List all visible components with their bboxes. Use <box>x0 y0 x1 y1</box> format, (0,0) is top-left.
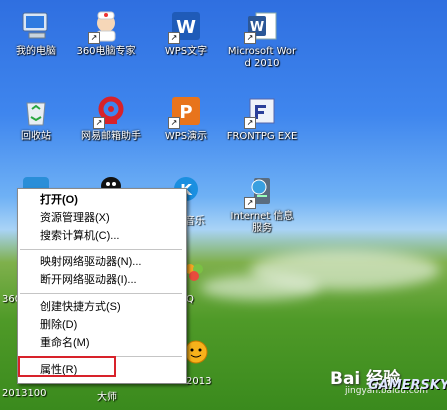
doctor-icon: ↗ <box>88 10 122 44</box>
word-icon: W ↗ <box>244 10 278 44</box>
shortcut-arrow-icon: ↗ <box>88 32 100 44</box>
gamersky-logo: GAMERSKY <box>368 378 447 393</box>
wps-presentation-icon: P ↗ <box>168 95 202 129</box>
shortcut-arrow-icon: ↗ <box>93 117 105 129</box>
smiley-app-icon <box>184 340 208 364</box>
svg-text:P: P <box>179 102 192 123</box>
shortcut-arrow-icon: ↗ <box>244 197 256 209</box>
menu-separator <box>20 249 182 250</box>
shortcut-arrow-icon: ↗ <box>244 117 256 129</box>
partial-label: 2013 <box>186 376 212 387</box>
partial-label: Q <box>186 294 194 305</box>
partial-label: 2013100 <box>2 388 47 399</box>
shortcut-arrow-icon: ↗ <box>168 32 180 44</box>
desktop-icon-wps-writer[interactable]: W ↗ WPS文字 <box>150 10 222 58</box>
properties-highlight-box <box>18 356 116 377</box>
partial-label: 音乐 <box>185 216 205 227</box>
desktop-icon-netease-mail[interactable]: ↗ 网易邮箱助手 <box>75 95 147 143</box>
wps-writer-icon: W ↗ <box>168 10 202 44</box>
menu-item-create-shortcut[interactable]: 创建快捷方式(S) <box>40 299 121 315</box>
menu-item-map-drive[interactable]: 映射网络驱动器(N)... <box>40 254 141 270</box>
desktop-icon-wps-presentation[interactable]: P ↗ WPS演示 <box>150 95 222 143</box>
frontpage-icon: ↗ <box>244 95 278 129</box>
menu-separator <box>20 293 182 294</box>
desktop-icon-360-expert[interactable]: ↗ 360电脑专家 <box>70 10 142 58</box>
computer-icon <box>20 10 52 42</box>
menu-item-explorer[interactable]: 资源管理器(X) <box>40 210 110 226</box>
cloud <box>200 275 320 300</box>
qq-penguin-icon <box>98 175 124 195</box>
desktop-icon-word-2010[interactable]: W ↗ Microsoft Word 2010 <box>226 10 298 70</box>
context-menu: 打开(O) 资源管理器(X) 搜索计算机(C)... 映射网络驱动器(N)...… <box>17 188 187 384</box>
menu-item-disconnect-drive[interactable]: 断开网络驱动器(I)... <box>40 272 137 288</box>
netease-mail-icon: ↗ <box>93 95 127 129</box>
desktop-icon-iis[interactable]: ↗ Internet 信息服务 <box>226 175 298 235</box>
icon-label: FRONTPG EXE <box>226 131 298 142</box>
desktop-icon-frontpg[interactable]: ↗ FRONTPG EXE <box>226 95 298 143</box>
partial-label: 大师 <box>97 392 117 403</box>
menu-item-search[interactable]: 搜索计算机(C)... <box>40 228 119 244</box>
iis-icon: ↗ <box>244 175 278 209</box>
icon-label: Internet 信息服务 <box>230 211 294 234</box>
menu-item-rename[interactable]: 重命名(M) <box>40 335 90 351</box>
shortcut-arrow-icon: ↗ <box>244 32 256 44</box>
icon-label: 回收站 <box>21 131 51 142</box>
recycle-bin-icon <box>20 95 52 127</box>
icon-label: WPS演示 <box>164 131 208 142</box>
menu-item-open[interactable]: 打开(O) <box>40 192 78 208</box>
menu-item-delete[interactable]: 删除(D) <box>40 317 77 333</box>
desktop-icon-recycle-bin[interactable]: 回收站 <box>0 95 72 143</box>
icon-label: 我的电脑 <box>16 46 56 57</box>
icon-label: 360电脑专家 <box>76 46 136 57</box>
desktop-icon-my-computer[interactable]: 我的电脑 <box>0 10 72 58</box>
shortcut-arrow-icon: ↗ <box>168 117 180 129</box>
icon-label: WPS文字 <box>164 46 208 57</box>
icon-label: Microsoft Word 2010 <box>227 46 297 69</box>
icon-label: 网易邮箱助手 <box>81 131 141 142</box>
